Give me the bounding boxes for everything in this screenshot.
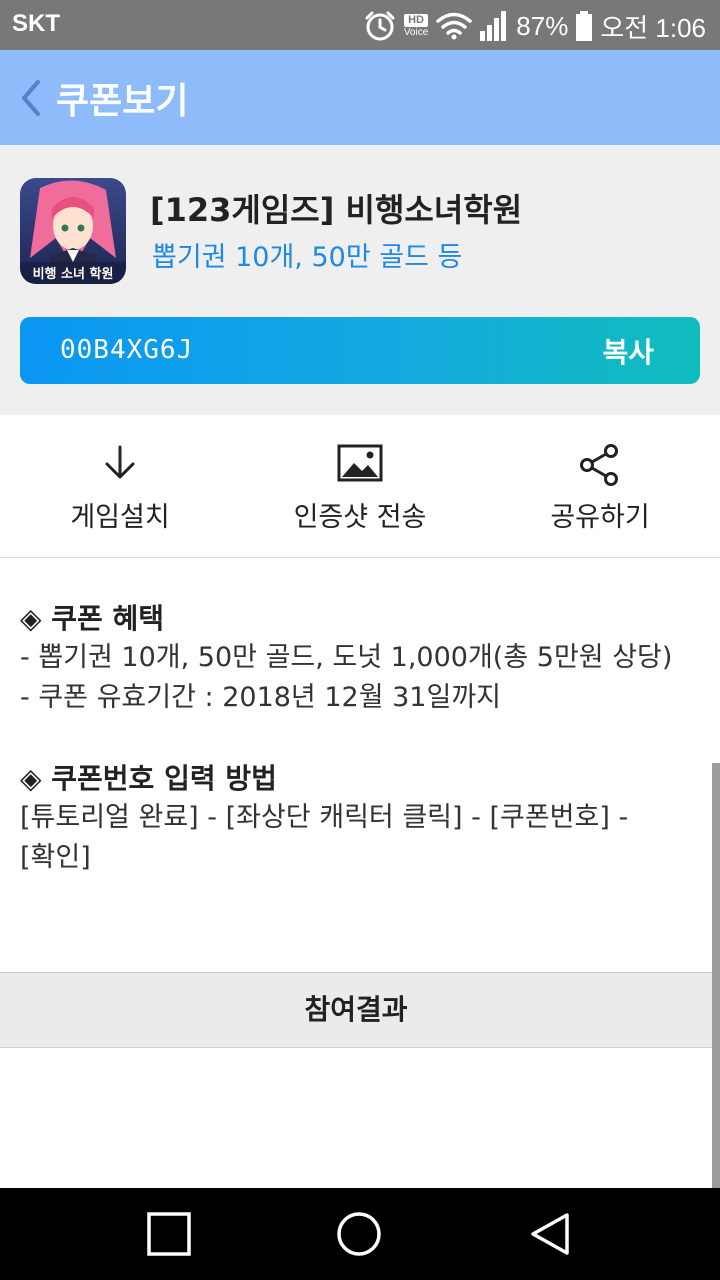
coupon-header: 비행 소녀 학원 [123게임즈] 비행소녀학원 뽑기권 10개, 50만 골드…: [0, 145, 720, 415]
install-game-label: 게임설치: [70, 502, 170, 533]
howto-line: [확인]: [20, 842, 91, 873]
send-screenshot-button[interactable]: 인증샷 전송: [240, 415, 480, 557]
home-icon[interactable]: [335, 1210, 383, 1258]
coupon-code-bar: 00B4XG6J 복사: [20, 317, 700, 384]
back-icon[interactable]: [527, 1210, 575, 1258]
action-row: 게임설치 인증샷 전송 공유하기: [0, 415, 720, 558]
share-button[interactable]: 공유하기: [480, 415, 720, 557]
share-label: 공유하기: [550, 502, 650, 533]
install-game-button[interactable]: 게임설치: [0, 415, 240, 557]
scrollbar[interactable]: [712, 763, 720, 1188]
game-app-icon: 비행 소녀 학원: [20, 178, 126, 284]
copy-button[interactable]: 복사: [602, 331, 654, 371]
wifi-icon: [436, 12, 473, 40]
benefits-heading: ◈ 쿠폰 혜택: [20, 602, 165, 635]
game-title: [123게임즈] 비행소녀학원: [150, 191, 523, 229]
battery-icon: [576, 11, 593, 41]
page-title: 쿠폰보기: [56, 81, 189, 122]
coupon-summary: 뽑기권 10개, 50만 골드 등: [152, 242, 463, 273]
send-screenshot-label: 인증샷 전송: [293, 502, 427, 533]
howto-heading: ◈ 쿠폰번호 입력 방법: [20, 762, 277, 795]
system-nav-bar: [0, 1188, 720, 1280]
results-button[interactable]: 참여결과: [0, 972, 712, 1048]
status-bar: SKT HD Voice 87% 오전 1:06: [0, 0, 720, 50]
alarm-icon: [365, 11, 395, 41]
back-arrow-icon[interactable]: [14, 76, 54, 120]
benefit-line: - 쿠폰 유효기간 : 2018년 12월 31일까지: [20, 682, 501, 713]
benefit-line: - 뽑기권 10개, 50만 골드, 도넛 1,000개(총 5만원 상당): [20, 642, 673, 673]
coupon-details: ◈ 쿠폰 혜택 - 뽑기권 10개, 50만 골드, 도넛 1,000개(총 5…: [20, 600, 710, 878]
howto-line: [튜토리얼 완료] - [좌상단 캐릭터 클릭] - [쿠폰번호] -: [20, 802, 629, 833]
image-icon: [337, 444, 383, 482]
hd-voice-icon: HD Voice: [403, 14, 429, 38]
battery-percent: 87%: [516, 10, 569, 41]
coupon-code: 00B4XG6J: [60, 335, 194, 365]
icon-caption: 비행 소녀 학원: [33, 266, 114, 282]
download-icon: [105, 445, 135, 479]
recent-apps-icon[interactable]: [145, 1210, 193, 1258]
signal-icon: [480, 11, 507, 41]
carrier-label: SKT: [12, 10, 60, 37]
clock: 오전 1:06: [600, 12, 706, 43]
app-bar: 쿠폰보기: [0, 50, 720, 145]
share-icon: [580, 444, 618, 486]
